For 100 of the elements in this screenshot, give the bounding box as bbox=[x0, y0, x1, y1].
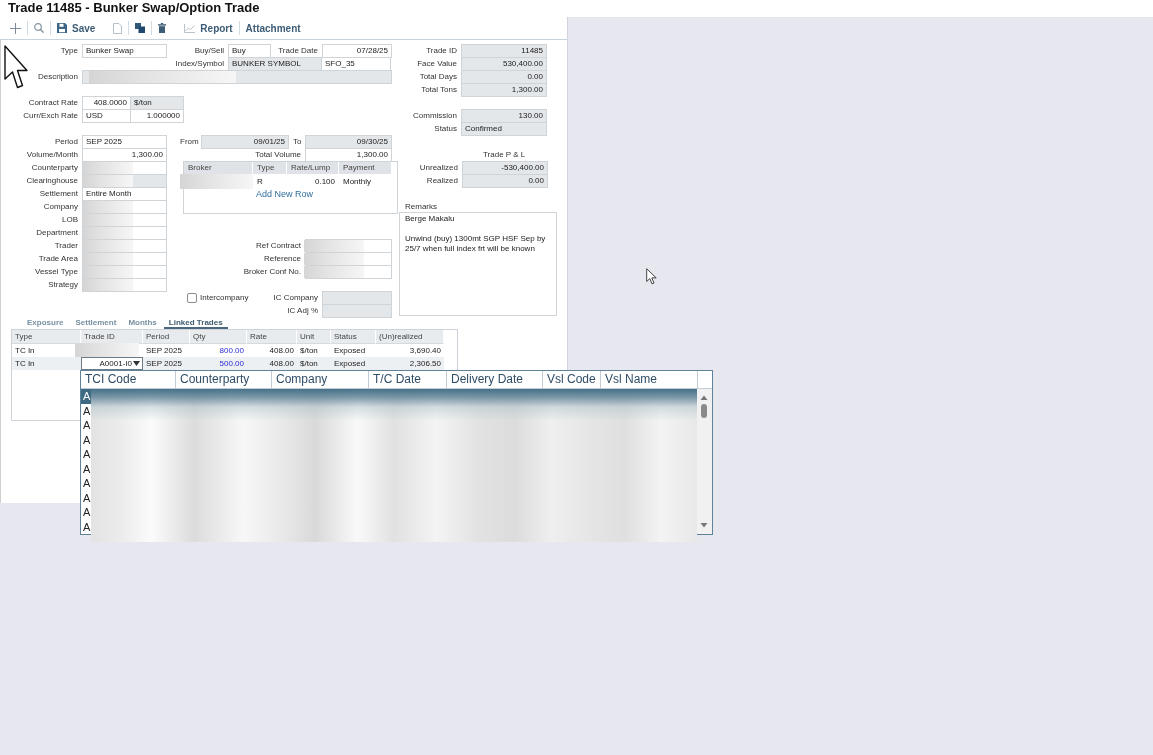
input-field: $/ton bbox=[130, 96, 184, 110]
input-field[interactable]: 1.000000 bbox=[130, 109, 184, 123]
input-field[interactable] bbox=[82, 161, 167, 175]
list-option[interactable]: A bbox=[81, 476, 91, 491]
field-label: Index/Symbol bbox=[174, 58, 225, 70]
table-cell-text: Exposed bbox=[333, 345, 367, 357]
report-button[interactable]: Report bbox=[178, 19, 239, 37]
input-field[interactable] bbox=[82, 200, 167, 214]
column-header: Vsl Code bbox=[543, 371, 601, 388]
input-field[interactable]: Buy bbox=[228, 44, 271, 58]
input-field: 130.00 bbox=[461, 109, 547, 123]
input-field[interactable] bbox=[82, 252, 167, 266]
input-field[interactable] bbox=[305, 239, 392, 253]
input-field: 0.00 bbox=[462, 174, 548, 188]
field-label: Trader bbox=[53, 240, 79, 252]
table-cell-text: $/ton bbox=[299, 345, 319, 357]
input-field[interactable] bbox=[82, 213, 167, 227]
input-field[interactable]: 1,300.00 bbox=[305, 148, 392, 162]
field-label: Trade ID bbox=[425, 45, 458, 57]
input-field[interactable] bbox=[82, 239, 167, 253]
save-button[interactable]: Save bbox=[51, 19, 102, 37]
input-field[interactable]: 1,300.00 bbox=[82, 148, 167, 162]
column-header: Rate/Lump bbox=[287, 162, 339, 174]
field-label: Status bbox=[433, 123, 458, 135]
search-icon bbox=[34, 23, 44, 33]
input-field[interactable] bbox=[305, 265, 392, 279]
table-cell-text: Exposed bbox=[333, 358, 367, 370]
input-field[interactable]: Entire Month bbox=[82, 187, 167, 201]
table-cell-text: TC In bbox=[14, 358, 36, 370]
attachment-button[interactable]: Attachment bbox=[239, 19, 307, 37]
input-field: -530,400.00 bbox=[462, 161, 548, 175]
column-header: Company bbox=[272, 371, 369, 388]
table-cell-text: 2,306.50 bbox=[408, 358, 442, 370]
column-header: Type bbox=[253, 162, 287, 174]
document-icon bbox=[113, 22, 123, 34]
field-label: IC Company bbox=[272, 292, 319, 304]
checkbox-label[interactable]: Intercompany bbox=[200, 293, 249, 303]
column-header: Vsl Name bbox=[601, 371, 698, 388]
input-field: BUNKER SYMBOL bbox=[228, 57, 322, 71]
tab[interactable]: Months bbox=[123, 318, 162, 329]
input-field: 530,400.00 bbox=[461, 57, 547, 71]
table-cell-text: R bbox=[256, 176, 264, 188]
list-option[interactable]: A bbox=[81, 490, 91, 505]
field-label: Company bbox=[42, 201, 79, 213]
input-field[interactable]: A0001-I0 bbox=[81, 357, 143, 370]
field-label: Department bbox=[35, 227, 79, 239]
input-field: 09/01/25 bbox=[201, 135, 289, 149]
table-cell-text: SEP 2025 bbox=[145, 358, 183, 370]
list-option[interactable]: A bbox=[81, 432, 91, 447]
list-option[interactable]: A bbox=[81, 505, 91, 520]
trash-icon bbox=[158, 23, 167, 33]
line-chart-icon bbox=[184, 23, 196, 33]
list-option[interactable]: A bbox=[81, 418, 91, 433]
column-header: TCI Code bbox=[81, 371, 176, 388]
list-option[interactable]: A bbox=[81, 403, 91, 418]
input-field[interactable] bbox=[82, 226, 167, 240]
list-option[interactable]: A bbox=[81, 519, 91, 534]
table-cell-text: 800.00 bbox=[218, 345, 245, 357]
add-row-link[interactable]: Add New Row bbox=[256, 189, 314, 200]
checkbox[interactable] bbox=[187, 293, 197, 303]
table-cell-text: 408.00 bbox=[268, 358, 295, 370]
field-label: Counterparty bbox=[30, 162, 79, 174]
field-label: Period bbox=[53, 136, 79, 148]
field-label: Type bbox=[59, 45, 79, 57]
column-header: Broker bbox=[184, 162, 253, 174]
field-label: Volume/Month bbox=[25, 149, 79, 161]
input-field[interactable] bbox=[82, 265, 167, 279]
input-field[interactable] bbox=[305, 252, 392, 266]
window-title: Trade 11485 - Bunker Swap/Option Trade bbox=[8, 0, 260, 15]
field-label: Contract Rate bbox=[27, 97, 79, 109]
input-field: 11485 bbox=[461, 44, 547, 58]
list-option[interactable]: A bbox=[81, 461, 91, 476]
section-title: Trade P & L bbox=[482, 149, 527, 161]
list-option[interactable]: A bbox=[81, 447, 91, 462]
input-field: 1,300.00 bbox=[461, 83, 547, 97]
input-field[interactable]: SEP 2025 bbox=[82, 135, 167, 149]
table-cell-text: SEP 2025 bbox=[145, 345, 183, 357]
field-label: Ref Contract bbox=[255, 240, 302, 252]
tab[interactable]: Exposure bbox=[22, 318, 69, 329]
copy-icon bbox=[135, 23, 146, 33]
table-cell-text: 3,690.40 bbox=[408, 345, 442, 357]
column-header: Delivery Date bbox=[447, 371, 543, 388]
tab[interactable]: Settlement bbox=[70, 318, 122, 329]
input-field: Confirmed bbox=[461, 122, 547, 136]
field-label: Commission bbox=[412, 110, 458, 122]
table-cell-text: $/ton bbox=[299, 358, 319, 370]
list-option[interactable]: A bbox=[81, 389, 91, 404]
plus-icon bbox=[10, 22, 21, 34]
field-label: Vessel Type bbox=[34, 266, 79, 278]
field-label: Description bbox=[37, 71, 79, 83]
input-field: 09/30/25 bbox=[305, 135, 392, 149]
input-field[interactable]: USD bbox=[82, 109, 131, 123]
mouse-pointer-icon bbox=[4, 45, 28, 89]
input-field[interactable] bbox=[82, 278, 167, 292]
field-label: Face Value bbox=[416, 58, 458, 70]
remarks-field[interactable]: Berge Makalu Unwind (buy) 1300mt SGP HSF Sep by 25/7 when full index frt will be known bbox=[399, 212, 557, 316]
input-field[interactable]: Bunker Swap bbox=[82, 44, 167, 58]
input-field[interactable]: 408.0000 bbox=[82, 96, 131, 110]
field-label: Curr/Exch Rate bbox=[22, 110, 79, 122]
input-field[interactable]: 07/28/25 bbox=[322, 44, 392, 58]
